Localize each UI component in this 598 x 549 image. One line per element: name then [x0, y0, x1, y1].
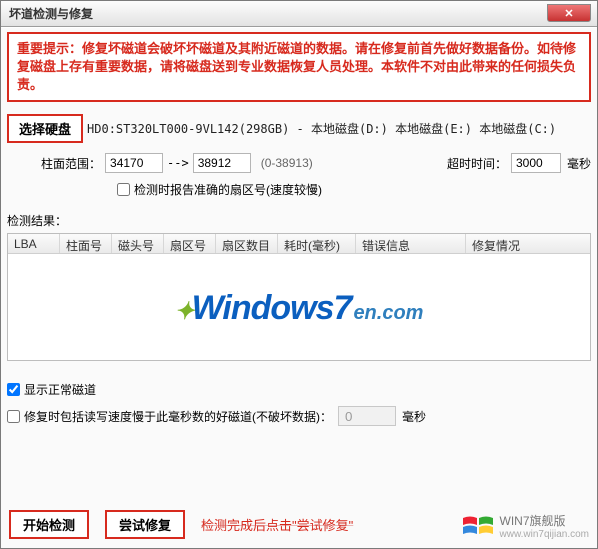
disk-row: 选择硬盘 HD0:ST320LT000-9VL142(298GB) - 本地磁盘…: [7, 114, 591, 143]
show-normal-checkbox[interactable]: [7, 383, 20, 396]
accurate-row: 检测时报告准确的扇区号(速度较慢): [7, 181, 591, 198]
accurate-checkbox[interactable]: [117, 183, 130, 196]
window-controls: ✕: [547, 5, 591, 22]
brand-area: WIN7旗舰版 www.win7qijian.com: [462, 512, 589, 540]
table-body: ✦ Windows7 en.com: [8, 254, 590, 361]
timeout-unit: 毫秒: [567, 155, 591, 172]
show-normal-row: 显示正常磁道: [7, 381, 591, 398]
window-title: 坏道检测与修复: [9, 5, 547, 22]
brand-url: www.win7qijian.com: [500, 529, 589, 540]
brand-text: WIN7旗舰版: [500, 512, 589, 529]
range-label: 柱面范围：: [41, 155, 101, 172]
slow-label: 修复时包括读写速度慢于此毫秒数的好磁道(不破坏数据)：: [24, 408, 332, 425]
slow-checkbox[interactable]: [7, 410, 20, 423]
logo-suffix: en.com: [353, 302, 423, 325]
results-label: 检测结果：: [7, 212, 591, 229]
try-repair-button[interactable]: 尝试修复: [105, 510, 185, 539]
range-total: (0-38913): [261, 156, 313, 170]
range-from-input[interactable]: [105, 153, 163, 173]
footer-hint: 检测完成后点击"尝试修复": [201, 515, 353, 534]
timeout-label: 超时时间：: [447, 155, 507, 172]
col-err[interactable]: 错误信息: [356, 234, 466, 253]
slow-unit: 毫秒: [402, 408, 426, 425]
col-sec[interactable]: 扇区号: [164, 234, 216, 253]
windows-flag-icon: [462, 514, 494, 538]
col-fix[interactable]: 修复情况: [466, 234, 590, 253]
arrow-label: -->: [167, 156, 189, 170]
show-normal-label: 显示正常磁道: [24, 381, 96, 398]
select-disk-button[interactable]: 选择硬盘: [7, 114, 83, 143]
logo-main: Windows7: [192, 289, 352, 328]
results-table: LBA 柱面号 磁头号 扇区号 扇区数目 耗时(毫秒) 错误信息 修复情况 ✦ …: [7, 233, 591, 361]
table-header: LBA 柱面号 磁头号 扇区号 扇区数目 耗时(毫秒) 错误信息 修复情况: [8, 234, 590, 254]
col-cyl[interactable]: 柱面号: [60, 234, 112, 253]
slow-value-input: [338, 406, 396, 426]
col-lba[interactable]: LBA: [8, 234, 60, 253]
accurate-label: 检测时报告准确的扇区号(速度较慢): [134, 181, 322, 198]
col-cnt[interactable]: 扇区数目: [216, 234, 278, 253]
content-area: 重要提示：修复坏磁道会破坏坏磁道及其附近磁道的数据。请在修复前首先做好数据备份。…: [1, 27, 597, 548]
warning-box: 重要提示：修复坏磁道会破坏坏磁道及其附近磁道的数据。请在修复前首先做好数据备份。…: [7, 32, 591, 102]
timeout-input[interactable]: [511, 153, 561, 173]
titlebar[interactable]: 坏道检测与修复 ✕: [1, 1, 597, 27]
col-time[interactable]: 耗时(毫秒): [278, 234, 356, 253]
brand-text-wrap: WIN7旗舰版 www.win7qijian.com: [500, 512, 589, 540]
disk-string: HD0:ST320LT000-9VL142(298GB) - 本地磁盘(D:) …: [87, 120, 556, 137]
slow-row: 修复时包括读写速度慢于此毫秒数的好磁道(不破坏数据)： 毫秒: [7, 406, 591, 426]
range-row: 柱面范围： --> (0-38913) 超时时间： 毫秒: [7, 153, 591, 173]
start-scan-button[interactable]: 开始检测: [9, 510, 89, 539]
dialog-window: 坏道检测与修复 ✕ 重要提示：修复坏磁道会破坏坏磁道及其附近磁道的数据。请在修复…: [0, 0, 598, 549]
close-icon[interactable]: ✕: [547, 4, 591, 22]
range-to-input[interactable]: [193, 153, 251, 173]
watermark-logo: ✦ Windows7 en.com: [175, 289, 424, 328]
col-head[interactable]: 磁头号: [112, 234, 164, 253]
